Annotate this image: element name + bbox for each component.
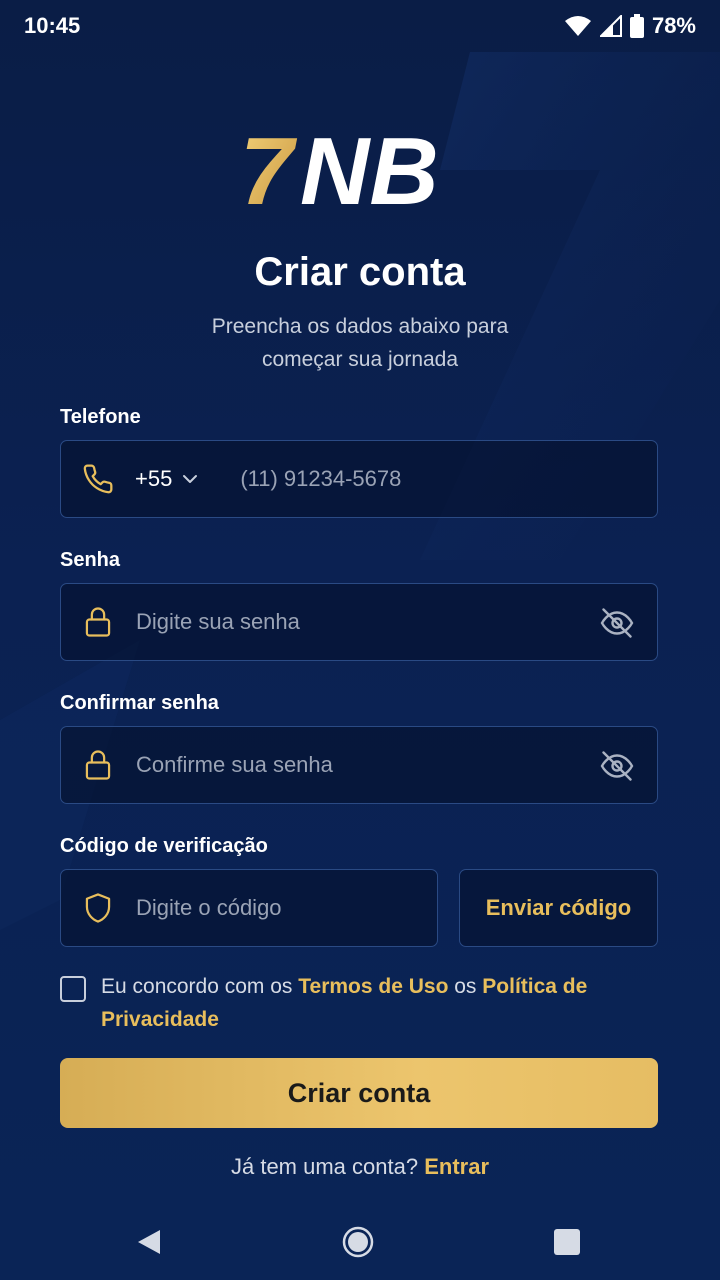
lock-icon	[81, 605, 115, 639]
page-subtitle: Preencha os dados abaixo para começar su…	[160, 310, 560, 376]
subtitle-line-2: começar sua jornada	[261, 348, 459, 371]
create-account-button[interactable]: Criar conta	[60, 1058, 658, 1128]
shield-icon	[81, 891, 115, 925]
phone-field[interactable]: +55 (11) 91234-5678	[60, 440, 658, 518]
confirm-password-input[interactable]: Confirme sua senha	[136, 752, 333, 778]
confirm-password-field[interactable]: Confirme sua senha	[60, 726, 658, 804]
chevron-down-icon	[183, 475, 198, 483]
status-icons: 78%	[564, 13, 696, 39]
status-time: 10:45	[24, 13, 81, 38]
brand-logo: 7 NB	[0, 122, 720, 212]
terms-checkbox[interactable]	[60, 976, 86, 1002]
lock-icon	[81, 748, 115, 782]
password-input[interactable]: Digite sua senha	[136, 609, 300, 635]
battery-icon	[629, 14, 644, 38]
password-field[interactable]: Digite sua senha	[60, 583, 658, 661]
password-label: Senha	[60, 549, 121, 571]
login-link[interactable]: Entrar	[424, 1154, 489, 1179]
logo-text: NB	[300, 122, 439, 212]
battery-percent: 78%	[651, 13, 696, 38]
phone-input[interactable]: (11) 91234-5678	[240, 466, 401, 492]
terms-of-use-link[interactable]: Termos de Uso	[298, 975, 448, 998]
country-code: +55	[135, 466, 173, 491]
send-code-button[interactable]: Enviar código	[459, 869, 658, 947]
back-icon[interactable]	[136, 1228, 162, 1256]
verification-input[interactable]: Digite o código	[136, 895, 282, 921]
page-title: Criar conta	[254, 250, 466, 294]
verification-label: Código de verificação	[60, 835, 268, 857]
wifi-icon	[564, 16, 591, 36]
terms-middle: os	[448, 975, 483, 998]
recent-apps-icon[interactable]	[554, 1229, 580, 1255]
terms-text: Eu concordo com os Termos de Uso os Polí…	[101, 970, 641, 1036]
confirm-password-label: Confirmar senha	[60, 692, 219, 714]
phone-icon	[81, 462, 115, 496]
terms-prefix: Eu concordo com os	[101, 975, 299, 998]
verification-field[interactable]: Digite o código	[60, 869, 438, 947]
phone-label: Telefone	[60, 406, 141, 428]
terms-agreement: Eu concordo com os Termos de Uso os Polí…	[60, 970, 660, 1036]
login-prompt: Já tem uma conta? Entrar	[0, 1154, 720, 1180]
toggle-visibility-icon[interactable]	[599, 748, 635, 784]
system-nav-bar	[0, 1200, 720, 1280]
country-code-select[interactable]: +55	[135, 466, 198, 492]
status-bar: 10:45 78%	[0, 0, 720, 52]
subtitle-line-1: Preencha os dados abaixo para	[211, 315, 509, 338]
signal-icon	[599, 15, 622, 37]
login-question: Já tem uma conta?	[230, 1154, 425, 1179]
logo-prefix: 7	[240, 122, 298, 212]
toggle-visibility-icon[interactable]	[599, 605, 635, 641]
home-icon[interactable]	[342, 1226, 374, 1258]
